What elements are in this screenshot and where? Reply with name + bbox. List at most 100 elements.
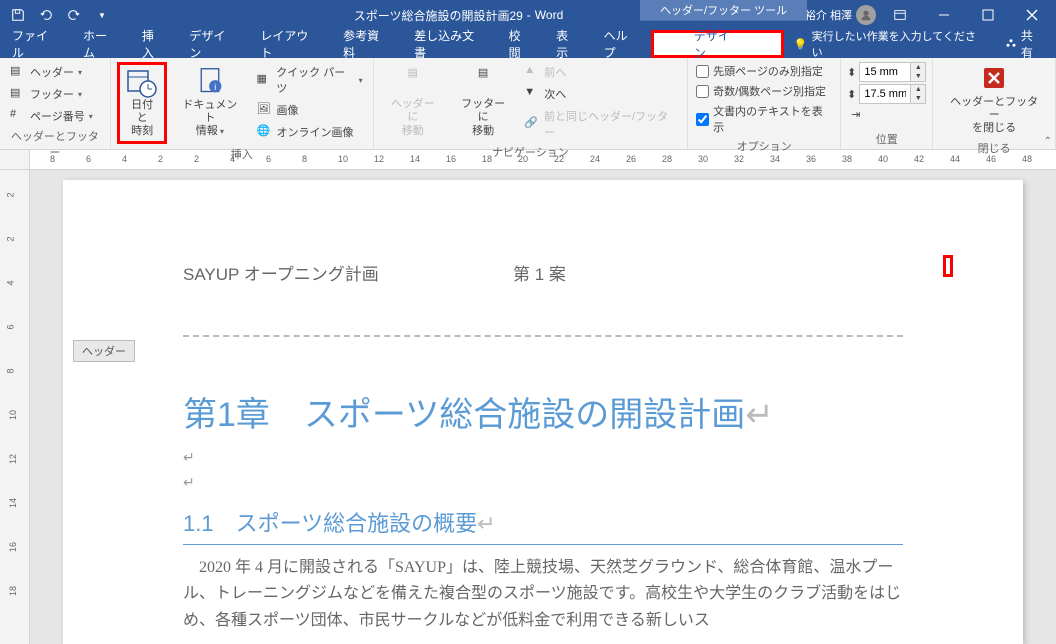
ruler-tick: 6	[6, 324, 16, 329]
ruler-tick: 12	[374, 154, 384, 164]
ruler-tick: 44	[950, 154, 960, 164]
ruler-tick: 8	[302, 154, 307, 164]
tab-view[interactable]: 表示	[544, 30, 592, 58]
ribbon-group-options: 先頭ページのみ別指定 奇数/偶数ページ別指定 文書内のテキストを表示 オプション	[688, 58, 841, 149]
tab-layout[interactable]: レイアウト	[248, 30, 331, 58]
image-label: 画像	[276, 102, 298, 118]
spin-down-icon[interactable]: ▼	[911, 94, 925, 103]
goto-header-label: ヘッダーに 移動	[386, 98, 440, 138]
body-paragraph: 2020 年 4 月に開設される「SAYUP」は、陸上競技場、天然芝グラウンド、…	[183, 545, 903, 634]
same-as-prev-label: 前と同じヘッダー/フッター	[544, 108, 677, 140]
goto-footer-label: フッターに 移動	[456, 98, 510, 138]
ruler-tick: 4	[122, 154, 127, 164]
pagenum-button[interactable]: #ページ番号	[6, 106, 97, 126]
footer-bottom-input[interactable]: ▲▼	[859, 84, 926, 104]
minimize-icon[interactable]	[924, 0, 964, 30]
ruler-tick: 26	[626, 154, 636, 164]
user-name: 裕介 相澤	[805, 7, 852, 23]
next-button[interactable]: ▼次へ	[520, 84, 681, 104]
ruler-tick: 18	[8, 586, 18, 596]
tab-help[interactable]: ヘルプ	[592, 30, 651, 58]
ruler-tick: 10	[338, 154, 348, 164]
close-x-icon	[978, 64, 1010, 96]
ruler-tick: 2	[6, 192, 16, 197]
close-hf-button[interactable]: ヘッダーとフッター を閉じる	[939, 62, 1049, 138]
pagenum-icon: #	[10, 108, 26, 124]
online-image-icon: 🌐	[256, 124, 272, 140]
docinfo-label: ドキュメント 情報	[177, 99, 242, 139]
first-page-diff-checkbox[interactable]: 先頭ページのみ別指定	[694, 62, 834, 80]
quickparts-button[interactable]: ▦クイック パーツ	[252, 62, 366, 98]
ruler-tick: 38	[842, 154, 852, 164]
paragraph-mark: ↵	[183, 471, 903, 496]
doc-title: スポーツ総合施設の開設計画29	[354, 7, 523, 24]
ruler-horizontal[interactable]: 8642246810121416182022242628303234363840…	[0, 150, 1056, 170]
ribbon-group-insert: 日付と 時刻 i ドキュメント 情報 ▦クイック パーツ 🖼画像 🌐オンライン画…	[111, 58, 374, 149]
ruler-tick: 10	[8, 410, 18, 420]
insert-align-tab-button[interactable]: ⇥	[847, 106, 926, 126]
tab-mailings[interactable]: 差し込み文書	[402, 30, 496, 58]
document-canvas[interactable]: SAYUP オープニング計画 第 1 案 ヘッダー 第1章 スポーツ総合施設の開…	[30, 170, 1056, 644]
share-label: 共有	[1021, 27, 1044, 61]
app-name: Word	[535, 8, 563, 22]
ribbon-display-icon[interactable]	[880, 0, 920, 30]
page: SAYUP オープニング計画 第 1 案 ヘッダー 第1章 スポーツ総合施設の開…	[63, 180, 1023, 644]
ruler-tick: 4	[230, 154, 235, 164]
ruler-tick: 4	[6, 280, 16, 285]
ruler-tick: 30	[698, 154, 708, 164]
tell-me-search[interactable]: 💡 実行したい作業を入力してください	[784, 28, 993, 60]
pagenum-label: ページ番号	[30, 108, 85, 124]
goto-footer-button[interactable]: ▤ フッターに 移動	[450, 62, 516, 142]
close-icon[interactable]	[1012, 0, 1052, 30]
title-separator: -	[527, 8, 531, 22]
quickparts-label: クイック パーツ	[276, 64, 354, 96]
spin-up-icon[interactable]: ▲	[911, 63, 925, 72]
tab-home[interactable]: ホーム	[71, 30, 130, 58]
user-avatar-icon[interactable]	[856, 5, 876, 25]
next-label: 次へ	[544, 86, 566, 102]
tab-insert[interactable]: 挿入	[130, 30, 178, 58]
tab-review[interactable]: 校閲	[497, 30, 545, 58]
header-left-text: SAYUP オープニング計画	[183, 260, 513, 285]
odd-even-label: 奇数/偶数ページ別指定	[713, 83, 826, 99]
maximize-icon[interactable]	[968, 0, 1008, 30]
svg-text:i: i	[214, 82, 216, 92]
image-button[interactable]: 🖼画像	[252, 100, 366, 120]
goto-header-icon: ▤	[397, 66, 429, 98]
header-tag: ヘッダー	[73, 340, 135, 362]
collapse-ribbon-icon[interactable]: ⌃	[1044, 136, 1052, 147]
qat-customize-icon[interactable]: ▼	[92, 5, 112, 25]
tell-me-label: 実行したい作業を入力してください	[812, 28, 983, 60]
datetime-button[interactable]: 日付と 時刻	[117, 62, 168, 144]
ruler-vertical[interactable]: 224681012141618	[0, 170, 30, 644]
docinfo-button[interactable]: i ドキュメント 情報	[171, 62, 248, 144]
tab-design[interactable]: デザイン	[177, 30, 248, 58]
show-text-checkbox[interactable]: 文書内のテキストを表示	[694, 102, 834, 136]
redo-icon[interactable]	[64, 5, 84, 25]
ruler-tick: 12	[8, 454, 18, 464]
ruler-tick: 32	[734, 154, 744, 164]
share-button[interactable]: 共有	[993, 27, 1056, 61]
tab-hf-design[interactable]: デザイン	[651, 30, 784, 58]
header-label: ヘッダー	[30, 64, 74, 80]
ruler-tick: 16	[446, 154, 456, 164]
undo-icon[interactable]	[36, 5, 56, 25]
ruler-tick: 24	[590, 154, 600, 164]
save-icon[interactable]	[8, 5, 28, 25]
header-button[interactable]: ▤ヘッダー	[6, 62, 97, 82]
header-top-input[interactable]: ▲▼	[859, 62, 926, 82]
footer-button[interactable]: ▤フッター	[6, 84, 97, 104]
tab-file[interactable]: ファイル	[0, 30, 71, 58]
spin-down-icon[interactable]: ▼	[911, 72, 925, 81]
text-cursor	[943, 255, 953, 277]
footer-icon: ▤	[10, 86, 26, 102]
ribbon-group-position: ⬍▲▼ ⬍▲▼ ⇥ 位置	[841, 58, 933, 149]
document-area: 224681012141618 SAYUP オープニング計画 第 1 案 ヘッダ…	[0, 170, 1056, 644]
header-zone[interactable]: SAYUP オープニング計画 第 1 案 ヘッダー	[63, 180, 1023, 357]
tab-references[interactable]: 参考資料	[331, 30, 402, 58]
odd-even-checkbox[interactable]: 奇数/偶数ページ別指定	[694, 82, 834, 100]
spin-up-icon[interactable]: ▲	[911, 85, 925, 94]
contextual-tools-label: ヘッダー/フッター ツール	[640, 0, 807, 21]
online-image-button[interactable]: 🌐オンライン画像	[252, 122, 366, 142]
goto-footer-icon: ▤	[467, 66, 499, 98]
